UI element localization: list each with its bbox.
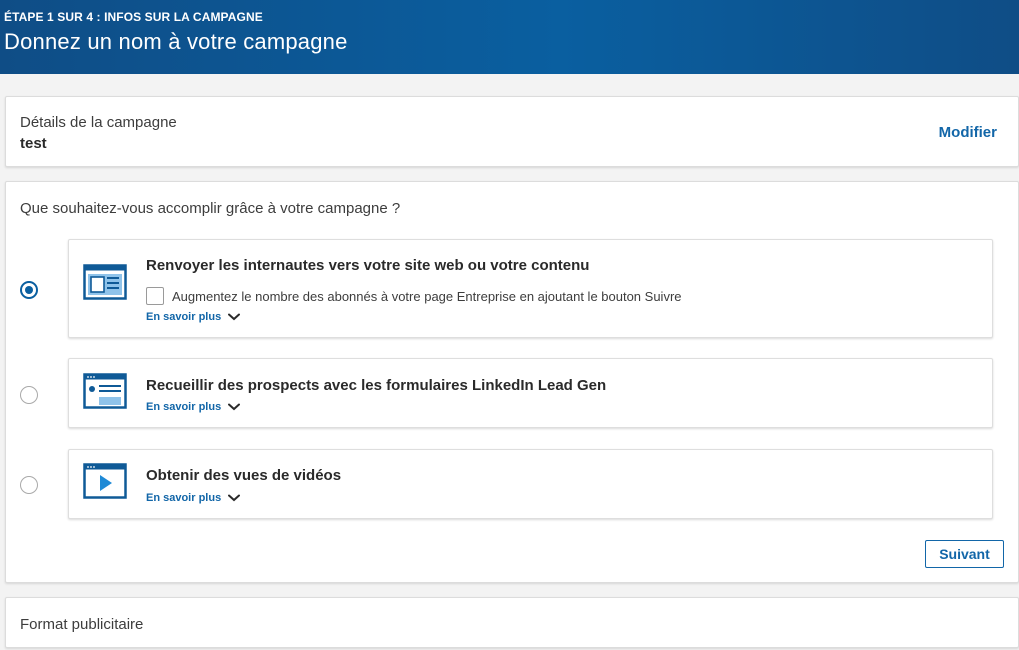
- chevron-down-icon: [228, 403, 241, 411]
- follow-button-checkbox-row: Augmentez le nombre des abonnés à votre …: [146, 287, 682, 305]
- option-title: Recueillir des prospects avec les formul…: [146, 377, 607, 394]
- video-views-icon: [83, 463, 127, 499]
- option-title: Obtenir des vues de vidéos: [146, 467, 342, 484]
- step-indicator: ÉTAPE 1 SUR 4 : INFOS SUR LA CAMPAGNE: [4, 10, 263, 24]
- next-button[interactable]: Suivant: [925, 540, 1004, 568]
- ad-format-card[interactable]: Format publicitaire: [5, 597, 1019, 648]
- chevron-down-icon: [228, 494, 241, 502]
- follow-button-checkbox[interactable]: [146, 287, 164, 305]
- objective-option-lead-gen[interactable]: Recueillir des prospects avec les formul…: [68, 358, 993, 428]
- page-header: ÉTAPE 1 SUR 4 : INFOS SUR LA CAMPAGNE Do…: [0, 0, 1019, 74]
- objective-question: Que souhaitez-vous accomplir grâce à vot…: [20, 200, 401, 217]
- learn-more-link[interactable]: En savoir plus: [146, 311, 241, 323]
- objective-option-video-views[interactable]: Obtenir des vues de vidéos En savoir plu…: [68, 449, 993, 519]
- learn-more-link[interactable]: En savoir plus: [146, 492, 241, 504]
- campaign-name-value: test: [20, 135, 47, 152]
- objective-radio-lead-gen[interactable]: [20, 386, 38, 404]
- objective-radio-video-views[interactable]: [20, 476, 38, 494]
- objective-card: Que souhaitez-vous accomplir grâce à vot…: [5, 181, 1019, 583]
- learn-more-label: En savoir plus: [146, 311, 222, 323]
- campaign-details-label: Détails de la campagne: [20, 114, 177, 131]
- lead-gen-form-icon: [83, 373, 127, 409]
- learn-more-label: En savoir plus: [146, 492, 222, 504]
- page-title: Donnez un nom à votre campagne: [4, 29, 348, 54]
- learn-more-label: En savoir plus: [146, 401, 222, 413]
- campaign-details-card: Détails de la campagne test Modifier: [5, 96, 1019, 167]
- chevron-down-icon: [228, 313, 241, 321]
- objective-radio-website-visits[interactable]: [20, 281, 38, 299]
- option-title: Renvoyer les internautes vers votre site…: [146, 257, 590, 274]
- follow-button-checkbox-label: Augmentez le nombre des abonnés à votre …: [172, 288, 682, 304]
- learn-more-link[interactable]: En savoir plus: [146, 401, 241, 413]
- website-visits-icon: [83, 264, 127, 300]
- modify-link[interactable]: Modifier: [939, 124, 997, 141]
- ad-format-label: Format publicitaire: [20, 616, 144, 633]
- objective-option-website-visits[interactable]: Renvoyer les internautes vers votre site…: [68, 239, 993, 338]
